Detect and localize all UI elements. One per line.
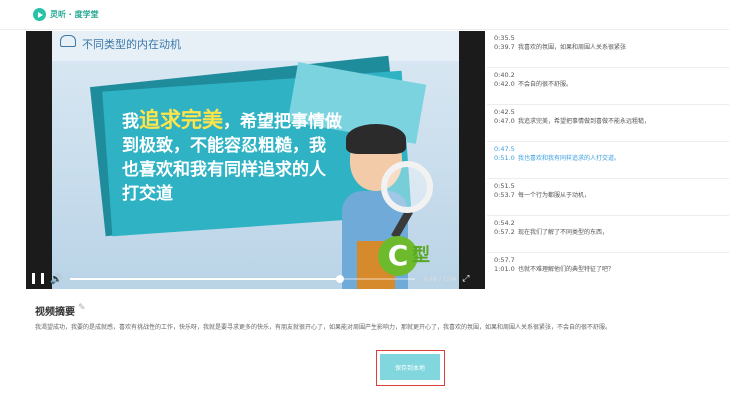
transcript-time: 0:51.5 0:53.7 xyxy=(494,182,515,200)
transcript-time: 0:47.5 0:51.0 xyxy=(494,145,515,163)
transcript-end-time: 1:01.0 xyxy=(494,265,515,273)
transcript-row[interactable]: 0:40.2 0:42.0 不会自的很不舒服。 xyxy=(487,68,729,105)
transcript-time: 0:54.2 0:57.2 xyxy=(494,219,515,237)
player-controls: 🔊 0:48 / 1:04 ⤢ xyxy=(26,269,485,289)
scene-title: 不同类型的内在动机 xyxy=(82,38,181,51)
magnifier-icon xyxy=(381,161,433,213)
transcript-text: 也就不难理解他们的典型特征了吧？ xyxy=(518,266,615,273)
transcript-text: 我也喜欢和我有同样追求的人打交道。 xyxy=(518,155,621,162)
transcript-start-time: 0:57.7 xyxy=(494,256,515,264)
transcript-text: 每一个行为都服从于动机， xyxy=(518,192,591,199)
transcript-list[interactable]: 0:35.5 0:39.7 我喜欢的氛围，如果和周围人关系很紧张 0:40.2 0:42… xyxy=(487,31,729,289)
transcript-text: 我追求完美，希望把事情做到喜做不能永远粗糙， xyxy=(518,118,651,125)
transcript-time: 0:42.5 0:47.0 xyxy=(494,108,515,126)
transcript-row[interactable]: 0:47.5 0:51.0 我也喜欢和我有同样追求的人打交道。 xyxy=(487,142,729,179)
transcript-end-time: 0:47.0 xyxy=(494,117,515,125)
transcript-text: 不会自的很不舒服。 xyxy=(518,81,573,88)
character-hair xyxy=(346,124,406,154)
edit-pencil-icon[interactable]: ✎ xyxy=(78,303,86,313)
summary-title: 视频摘要 xyxy=(35,307,75,318)
transcript-text: 现在我们了解了不同类型的东西， xyxy=(518,229,609,236)
scene-caption-highlight: 追求完美 xyxy=(139,108,223,132)
transcript-start-time: 0:42.5 xyxy=(494,108,515,116)
transcript-start-time: 0:51.5 xyxy=(494,182,515,190)
brand-title: 灵听 · 度学堂 xyxy=(50,10,99,19)
transcript-row[interactable]: 0:57.7 1:01.0 也就不难理解他们的典型特征了吧？ xyxy=(487,253,729,289)
transcript-row[interactable]: 0:51.5 0:53.7 每一个行为都服从于动机， xyxy=(487,179,729,216)
transcript-start-time: 0:40.2 xyxy=(494,71,515,79)
transcript-time: 0:57.7 1:01.0 xyxy=(494,256,515,274)
type-badge-text: 型 xyxy=(412,245,430,266)
transcript-end-time: 0:53.7 xyxy=(494,191,515,199)
transcript-time: 0:35.5 0:39.7 xyxy=(494,34,515,52)
progress-bar[interactable] xyxy=(70,275,416,283)
save-to-local-button[interactable]: 保存到本地 xyxy=(380,354,440,380)
fullscreen-icon[interactable]: ⤢ xyxy=(462,274,469,284)
video-frame[interactable]: 不同类型的内在动机 我追求完美，希望把事情做到极致，不能容忍粗糙，我也喜欢和我有… xyxy=(52,31,459,289)
transcript-row[interactable]: 0:35.5 0:39.7 我喜欢的氛围，如果和周围人关系很紧张 xyxy=(487,31,729,68)
transcript-text: 我喜欢的氛围，如果和周围人关系很紧张 xyxy=(518,44,627,51)
transcript-end-time: 0:57.2 xyxy=(494,228,515,236)
scene-caption-lead: 我 xyxy=(122,112,139,132)
transcript-end-time: 0:42.0 xyxy=(494,80,515,88)
scene-logo-icon xyxy=(60,35,76,47)
playback-time: 0:48 / 1:04 xyxy=(423,275,457,283)
transcript-row[interactable]: 0:42.5 0:47.0 我追求完美，希望把事情做到喜做不能永远粗糙， xyxy=(487,105,729,142)
progress-fill xyxy=(70,278,340,280)
video-player[interactable]: 不同类型的内在动机 我追求完美，希望把事情做到极致，不能容忍粗糙，我也喜欢和我有… xyxy=(26,31,485,289)
volume-icon[interactable]: 🔊 xyxy=(50,274,62,285)
transcript-end-time: 0:51.0 xyxy=(494,154,515,162)
transcript-start-time: 0:54.2 xyxy=(494,219,515,227)
logo-play-icon xyxy=(33,8,46,21)
pause-icon[interactable] xyxy=(32,273,44,285)
transcript-start-time: 0:47.5 xyxy=(494,145,515,153)
top-bar: 灵听 · 度学堂 xyxy=(0,0,729,30)
transcript-start-time: 0:35.5 xyxy=(494,34,515,42)
scene-caption: 我追求完美，希望把事情做到极致，不能容忍粗糙，我也喜欢和我有同样追求的人打交道 xyxy=(122,108,342,206)
transcript-time: 0:40.2 0:42.0 xyxy=(494,71,515,89)
transcript-row[interactable]: 0:54.2 0:57.2 现在我们了解了不同类型的东西， xyxy=(487,216,729,253)
summary-text: 我渴望成功，我要的是成就感，喜欢有挑战性的工作，快乐呀，我就是要寻求更多的快乐，… xyxy=(35,324,612,331)
progress-knob[interactable] xyxy=(335,275,344,283)
transcript-end-time: 0:39.7 xyxy=(494,43,515,51)
